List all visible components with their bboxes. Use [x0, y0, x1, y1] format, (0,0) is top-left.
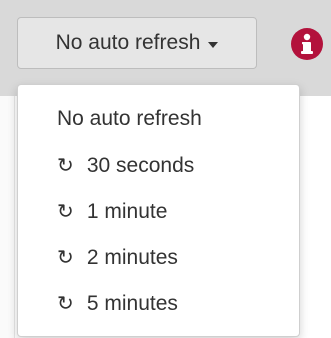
refresh-icon: ↻ — [57, 153, 74, 177]
refresh-icon: ↻ — [57, 199, 74, 223]
menu-item-30-seconds[interactable]: ↻ 30 seconds — [57, 148, 194, 182]
menu-item-5-minutes[interactable]: ↻ 5 minutes — [57, 286, 178, 320]
menu-item-label: 30 seconds — [86, 154, 195, 177]
refresh-icon: ↻ — [57, 291, 74, 315]
menu-item-label: 1 minute — [86, 200, 168, 223]
auto-refresh-dropdown-button[interactable]: No auto refresh — [17, 17, 257, 69]
menu-item-label: No auto refresh — [57, 107, 202, 130]
menu-item-label: 5 minutes — [86, 292, 178, 315]
refresh-icon: ↻ — [57, 245, 74, 269]
auto-refresh-button-label: No auto refresh — [55, 31, 201, 54]
info-icon[interactable] — [291, 28, 323, 60]
caret-down-icon — [208, 41, 219, 48]
menu-item-1-minute[interactable]: ↻ 1 minute — [57, 194, 167, 228]
menu-item-no-auto-refresh[interactable]: No auto refresh — [57, 102, 202, 136]
content-edge — [0, 96, 15, 338]
auto-refresh-menu: No auto refresh ↻ 30 seconds ↻ 1 minute … — [17, 84, 300, 337]
menu-item-2-minutes[interactable]: ↻ 2 minutes — [57, 240, 178, 274]
menu-item-label: 2 minutes — [86, 246, 178, 269]
